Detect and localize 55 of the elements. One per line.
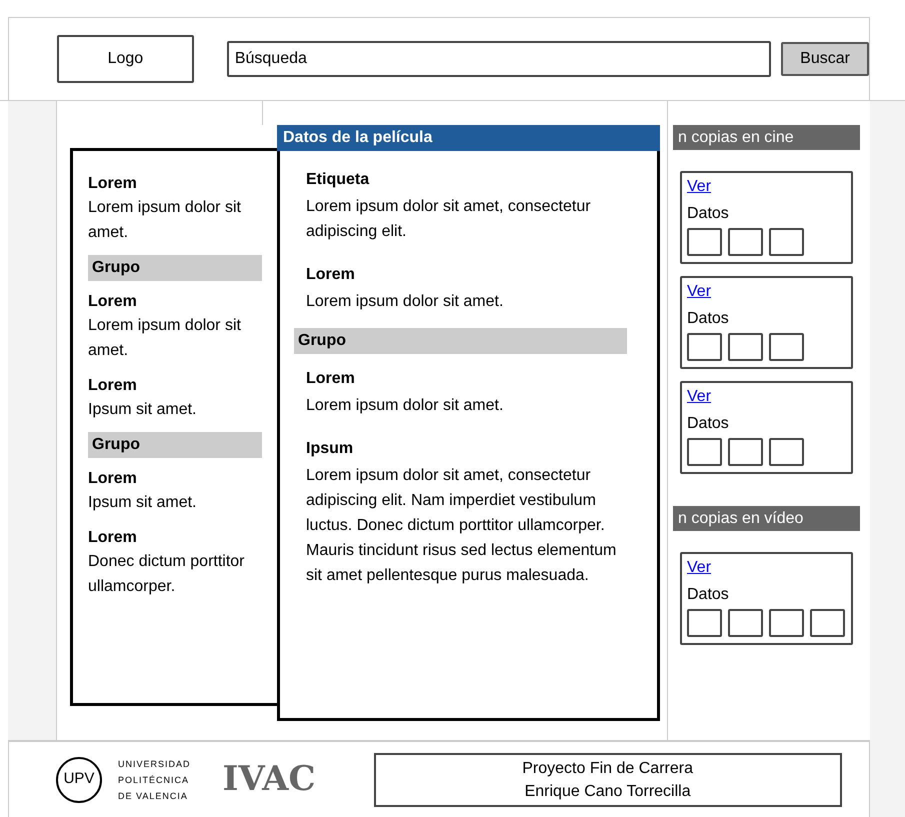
field-label: Lorem bbox=[88, 528, 138, 548]
empty-box bbox=[728, 609, 763, 637]
data-label: Datos bbox=[687, 204, 730, 224]
university-name: POLITÉCNICA bbox=[118, 774, 190, 786]
field-text: Lorem ipsum dolor sit amet. bbox=[306, 396, 504, 416]
field-label: Lorem bbox=[88, 376, 138, 396]
view-link[interactable]: Ver bbox=[687, 175, 712, 199]
data-label: Datos bbox=[687, 309, 730, 329]
credits-line: Enrique Cano Torrecilla bbox=[524, 782, 691, 802]
credits-line: Proyecto Fin de Carrera bbox=[522, 758, 693, 778]
view-link[interactable]: Ver bbox=[687, 556, 712, 580]
field-label: Ipsum bbox=[306, 439, 354, 459]
empty-box bbox=[810, 609, 845, 637]
field-text: Lorem ipsum dolor sit amet, consectetur adipiscing elit. bbox=[306, 197, 592, 242]
field-text: Lorem ipsum dolor sit amet. bbox=[306, 292, 504, 312]
field-text: Lorem ipsum dolor sit amet, consectetur adipiscing elit. Nam imperdiet vestibulum luctus. Donec dictum porttitor ullamcorper. Mauris tincidunt risus sed lectus elementum sit amet pellentesque purus malesuada. bbox=[306, 466, 618, 586]
empty-box bbox=[687, 609, 722, 637]
data-label: Datos bbox=[687, 585, 730, 605]
section-header: n copias en cine bbox=[673, 125, 860, 150]
empty-box bbox=[728, 333, 763, 361]
group-header: Grupo bbox=[88, 255, 262, 281]
group-header: Grupo bbox=[294, 328, 627, 354]
view-link[interactable]: Ver bbox=[687, 385, 712, 409]
field-label: Lorem bbox=[88, 469, 138, 489]
field-label: Lorem bbox=[88, 292, 138, 312]
field-label: Lorem bbox=[88, 174, 138, 194]
field-label: Lorem bbox=[306, 265, 356, 285]
empty-box bbox=[769, 609, 804, 637]
university-name: UNIVERSIDAD bbox=[118, 758, 191, 770]
field-text: Ipsum sit amet. bbox=[88, 400, 198, 420]
field-text: Ipsum sit amet. bbox=[88, 493, 198, 513]
view-link[interactable]: Ver bbox=[687, 280, 712, 304]
empty-box bbox=[728, 228, 763, 256]
field-text: Lorem ipsum dolor sit amet. bbox=[88, 316, 242, 361]
empty-box bbox=[728, 438, 763, 466]
search-button[interactable]: Buscar bbox=[781, 42, 870, 76]
field-text: Donec dictum porttitor ullamcorper. bbox=[88, 552, 246, 597]
university-logo: UPV bbox=[56, 756, 102, 802]
logo-frame: Logo bbox=[57, 35, 194, 83]
empty-box bbox=[687, 333, 722, 361]
app-name: IVAC bbox=[222, 758, 316, 801]
empty-box bbox=[687, 228, 722, 256]
field-label: Lorem bbox=[306, 369, 356, 389]
university-name: DE VALENCIA bbox=[118, 790, 189, 802]
empty-box bbox=[769, 333, 804, 361]
panel-title-bar: Datos de la película bbox=[277, 125, 660, 151]
data-label: Datos bbox=[687, 414, 730, 434]
empty-box bbox=[687, 438, 722, 466]
field-label: Etiqueta bbox=[306, 170, 370, 190]
group-header: Grupo bbox=[88, 432, 262, 458]
section-header: n copias en vídeo bbox=[673, 506, 860, 531]
search-field[interactable]: Búsqueda bbox=[226, 41, 772, 77]
field-text: Lorem ipsum dolor sit amet. bbox=[88, 198, 242, 243]
empty-box bbox=[769, 438, 804, 466]
empty-box bbox=[769, 228, 804, 256]
